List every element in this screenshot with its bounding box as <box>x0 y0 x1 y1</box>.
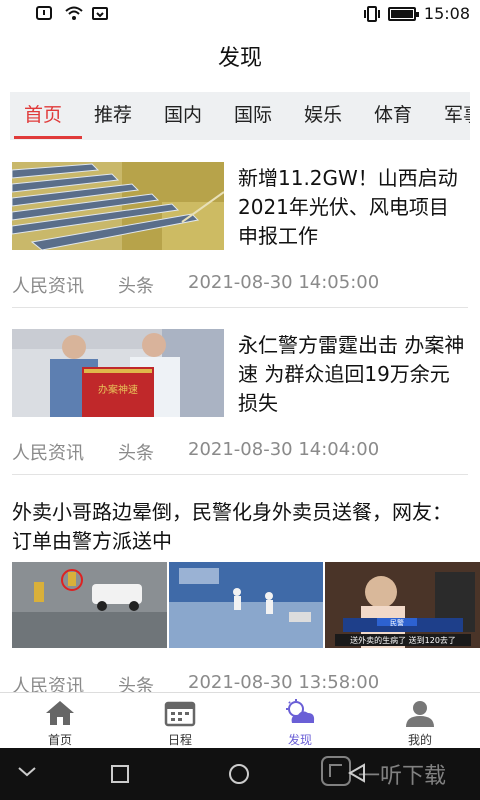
article-thumbnail: 办案神速 <box>12 329 224 417</box>
article-image: 民警 送外卖的生病了 送到120去了 <box>325 562 480 648</box>
tab-sports[interactable]: 体育 <box>374 92 412 140</box>
article-headline[interactable]: 外卖小哥路边晕倒，民警化身外卖员送餐，网友：订单由警方派送中 <box>12 498 468 556</box>
status-bar: 15:08 <box>0 0 480 28</box>
article-image <box>168 562 324 648</box>
article-image <box>12 562 167 648</box>
divider <box>12 307 468 308</box>
news-item[interactable]: 办案神速 永仁警方雷霆出击 办案神速 为群众追回19万余元损失 人民资讯 头条 … <box>0 327 480 477</box>
collapse-icon[interactable] <box>16 764 38 784</box>
discover-icon <box>284 699 316 727</box>
tab-recommend[interactable]: 推荐 <box>94 92 132 140</box>
article-source: 人民资讯 <box>12 443 84 464</box>
article-meta: 人民资讯 头条 2021-08-30 14:04:00 <box>12 439 413 465</box>
tab-home[interactable]: 首页 <box>24 92 62 140</box>
download-icon <box>92 5 108 21</box>
article-time: 2021-08-30 14:04:00 <box>188 439 380 460</box>
image-badge: 民警 <box>390 618 404 627</box>
vibrate-icon <box>363 5 380 22</box>
watermark-logo-icon <box>320 755 352 793</box>
battery-icon <box>387 6 419 21</box>
nav-label: 日程 <box>167 733 192 747</box>
nav-label: 发现 <box>287 733 312 747</box>
nav-profile[interactable]: 我的 <box>360 693 480 749</box>
tab-entertainment[interactable]: 娱乐 <box>304 92 342 140</box>
notification-icon <box>36 5 52 21</box>
image-caption: 送外卖的生病了 送到120去了 <box>350 635 456 645</box>
article-thumbnail <box>12 162 224 250</box>
nav-home[interactable]: 首页 <box>0 693 120 749</box>
nav-label: 首页 <box>47 733 72 747</box>
bottom-navigation: 首页 日程 发现 我的 <box>0 692 480 748</box>
svg-text:办案神速: 办案神速 <box>98 383 138 396</box>
article-source: 人民资讯 <box>12 276 84 297</box>
article-image-gallery: 民警 送外卖的生病了 送到120去了 <box>12 562 480 648</box>
nav-schedule[interactable]: 日程 <box>120 693 240 749</box>
page-title: 发现 <box>217 46 262 71</box>
tab-domestic[interactable]: 国内 <box>164 92 202 140</box>
home-icon <box>44 699 76 727</box>
clock: 15:08 <box>423 4 470 23</box>
recents-button-icon[interactable] <box>110 764 130 788</box>
article-category: 头条 <box>118 276 154 297</box>
home-button-icon[interactable] <box>228 763 250 789</box>
nav-discover[interactable]: 发现 <box>240 693 360 749</box>
tab-international[interactable]: 国际 <box>234 92 272 140</box>
nav-label: 我的 <box>407 733 432 747</box>
article-headline[interactable]: 永仁警方雷霆出击 办案神速 为群众追回19万余元损失 <box>238 331 466 418</box>
active-tab-indicator <box>14 136 82 139</box>
article-category: 头条 <box>118 443 154 464</box>
watermark-text: 一听下载 <box>358 764 447 789</box>
article-headline[interactable]: 新增11.2GW！山西启动2021年光伏、风电项目申报工作 <box>238 164 466 251</box>
profile-icon <box>404 699 436 727</box>
watermark: 一听下载 <box>320 754 480 794</box>
divider <box>12 474 468 475</box>
category-tabs: 首页 推荐 国内 国际 娱乐 体育 军事 <box>10 92 470 140</box>
article-meta: 人民资讯 头条 2021-08-30 14:05:00 <box>12 272 413 298</box>
tab-military[interactable]: 军事 <box>444 92 470 140</box>
news-item[interactable]: 新增11.2GW！山西启动2021年光伏、风电项目申报工作 人民资讯 头条 20… <box>0 160 480 310</box>
wifi-icon <box>64 5 83 21</box>
article-time: 2021-08-30 14:05:00 <box>188 272 380 293</box>
news-item[interactable]: 外卖小哥路边晕倒，民警化身外卖员送餐，网友：订单由警方派送中 民警 送外卖的生病… <box>0 496 480 697</box>
calendar-icon <box>164 699 196 727</box>
